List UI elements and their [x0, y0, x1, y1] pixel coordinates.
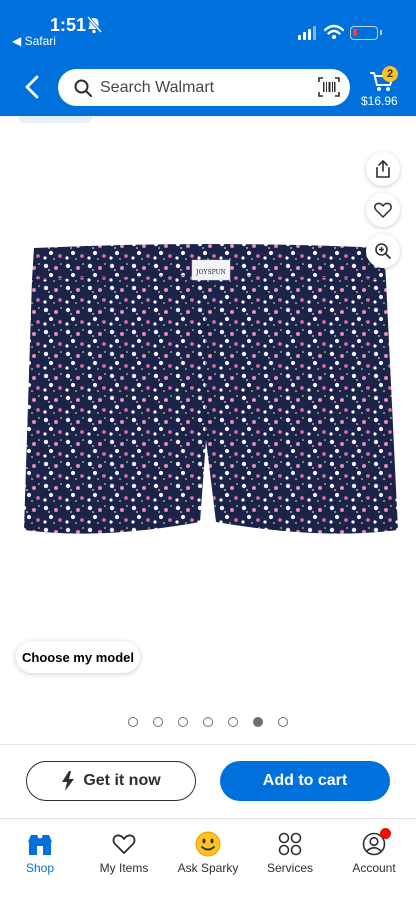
- services-icon: [278, 832, 302, 856]
- back-to-safari[interactable]: ◀ Safari: [12, 34, 56, 48]
- tab-my-items[interactable]: My Items: [84, 831, 164, 875]
- header-tab-indicator: [18, 116, 92, 123]
- carousel-dot[interactable]: [278, 717, 288, 727]
- search-input[interactable]: Search Walmart: [58, 69, 350, 106]
- share-icon: [376, 160, 390, 178]
- get-it-now-label: Get it now: [83, 772, 161, 789]
- cart-total: $16.96: [361, 94, 398, 108]
- sparky-icon: [195, 831, 221, 857]
- add-to-cart-button[interactable]: Add to cart: [220, 761, 390, 801]
- shop-icon: [28, 833, 52, 855]
- carousel-dot[interactable]: [153, 717, 163, 727]
- battery-icon: [350, 26, 382, 40]
- back-arrow-icon[interactable]: [20, 74, 46, 100]
- notification-dot: [380, 828, 391, 839]
- heart-icon: [112, 834, 136, 854]
- share-button[interactable]: [366, 152, 400, 186]
- tab-account[interactable]: Account: [334, 828, 414, 875]
- heart-icon: [374, 202, 392, 218]
- carousel-dot-active[interactable]: [253, 717, 263, 727]
- wifi-icon: [324, 24, 344, 39]
- search-placeholder: Search Walmart: [100, 79, 215, 96]
- tab-shop[interactable]: Shop: [0, 831, 80, 875]
- carousel-dot[interactable]: [178, 717, 188, 727]
- lightning-icon: [62, 771, 75, 791]
- tab-label: Account: [352, 861, 396, 875]
- tab-label: Shop: [25, 861, 55, 875]
- image-carousel-dots: [128, 717, 288, 727]
- tab-services[interactable]: Services: [250, 831, 330, 875]
- zoom-button[interactable]: [366, 234, 400, 268]
- tab-label: My Items: [99, 861, 149, 875]
- carousel-dot[interactable]: [228, 717, 238, 727]
- signal-icon: [298, 26, 316, 40]
- divider: [0, 744, 416, 745]
- carousel-dot[interactable]: [203, 717, 213, 727]
- tab-label: Ask Sparky: [177, 861, 239, 875]
- zoom-in-icon: [375, 243, 391, 259]
- carousel-dot[interactable]: [128, 717, 138, 727]
- cart-count-badge: 2: [382, 66, 398, 82]
- barcode-scan-icon[interactable]: [318, 77, 340, 97]
- brand-label-text: JOYSPUN: [195, 269, 226, 276]
- bottom-tab-bar: Shop My Items Ask Sparky Services Accoun…: [0, 818, 416, 904]
- get-it-now-button[interactable]: Get it now: [26, 761, 196, 801]
- bell-off-icon: [86, 16, 102, 34]
- tab-label: Services: [266, 861, 313, 875]
- product-image[interactable]: JOYSPUN: [20, 240, 398, 580]
- tab-ask-sparky[interactable]: Ask Sparky: [168, 831, 248, 875]
- search-icon: [74, 79, 92, 97]
- choose-my-model-button[interactable]: Choose my model: [16, 641, 140, 673]
- status-time: 1:51: [50, 15, 87, 35]
- favorite-button[interactable]: [366, 193, 400, 227]
- header-bar: 1:51 ◀ Safari Search Walmart 2 $16.96: [0, 0, 416, 116]
